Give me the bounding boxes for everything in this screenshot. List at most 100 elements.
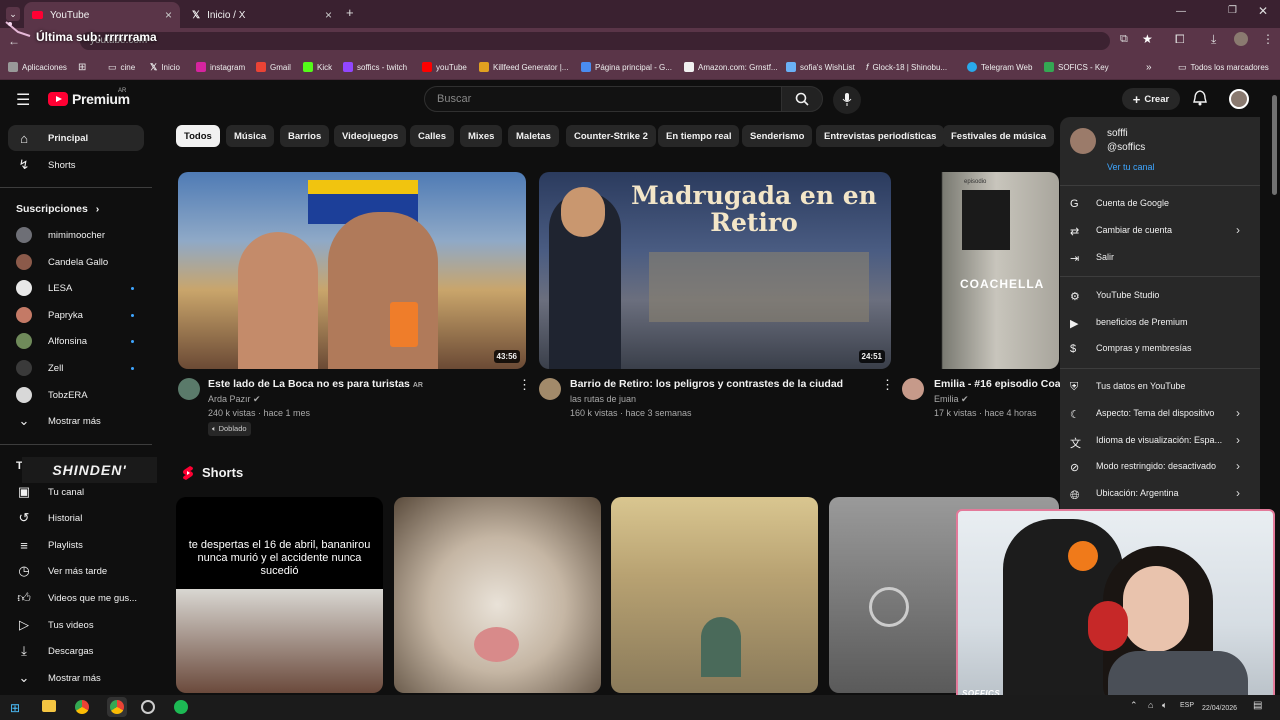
- chip-en-tiempo-real[interactable]: En tiempo real: [658, 125, 740, 147]
- page-scrollbar[interactable]: [1272, 95, 1277, 195]
- bookmark-wishlist[interactable]: sofia's WishList: [786, 58, 855, 76]
- sidebar-show-more-subs[interactable]: ⌄ Mostrar más: [8, 408, 144, 434]
- channel-avatar[interactable]: [539, 378, 561, 400]
- chip-festivales[interactable]: Festivales de música: [943, 125, 1055, 147]
- bookmark-sofics-key[interactable]: SOFICS - Key: [1044, 58, 1109, 76]
- menu-item-appearance[interactable]: ☾ Aspecto: Tema del dispositivo: [1070, 408, 1214, 421]
- omnibox[interactable]: youtube.com: [80, 32, 1110, 50]
- video-title[interactable]: Barrio de Retiro: los peligros y contras…: [570, 378, 843, 390]
- new-tab-button[interactable]: +: [346, 5, 354, 20]
- chip-musica[interactable]: Música: [226, 125, 275, 147]
- sidebar-item-mostrar-mas[interactable]: ⌄ Mostrar más: [8, 665, 144, 691]
- downloads-icon[interactable]: ⤓: [1211, 32, 1216, 47]
- chip-mixes[interactable]: Mixes: [460, 125, 503, 147]
- notifications-bell-icon[interactable]: [1193, 90, 1207, 109]
- close-window-icon[interactable]: ✕: [1258, 4, 1268, 18]
- more-bookmarks-icon[interactable]: »: [1146, 58, 1152, 76]
- cast-icon[interactable]: ⧉: [1120, 33, 1128, 46]
- close-tab-icon[interactable]: ×: [325, 8, 332, 22]
- channel-avatar[interactable]: [902, 378, 924, 400]
- sidebar-sub-lesa[interactable]: LESA: [8, 275, 144, 301]
- account-avatar[interactable]: [1229, 89, 1249, 109]
- chip-senderismo[interactable]: Senderismo: [742, 125, 813, 147]
- chip-counter-strike[interactable]: Counter-Strike 2: [566, 125, 656, 147]
- menu-item-sign-out[interactable]: ⇥ Salir: [1070, 252, 1114, 265]
- profile-icon[interactable]: [1234, 32, 1248, 46]
- bookmark-telegram[interactable]: Telegram Web: [967, 58, 1032, 76]
- bookmark-aplicaciones[interactable]: Aplicaciones: [8, 58, 67, 76]
- menu-item-purchases[interactable]: $ Compras y membresías: [1070, 343, 1192, 355]
- language-indicator[interactable]: ESP: [1180, 702, 1194, 709]
- bookmark-instagram[interactable]: instagram: [196, 58, 245, 76]
- file-explorer-icon[interactable]: [42, 700, 56, 712]
- voice-search-button[interactable]: [833, 86, 861, 114]
- tab-youtube[interactable]: YouTube ×: [24, 2, 180, 28]
- sidebar-item-tus-videos[interactable]: ▷ Tus videos: [8, 612, 144, 638]
- browser-menu-icon[interactable]: ⋮: [1262, 32, 1274, 46]
- video-channel[interactable]: Emilia ✔: [934, 394, 969, 405]
- bookmark-glock[interactable]: f Glock-18 | Shinobu...: [866, 58, 947, 76]
- bookmark-pagina-principal[interactable]: Página principal - G...: [581, 58, 672, 76]
- sidebar-item-historial[interactable]: ↺ Historial: [8, 505, 144, 531]
- volume-icon[interactable]: 🔈︎: [1162, 700, 1167, 711]
- video-channel[interactable]: las rutas de juan: [570, 394, 636, 404]
- short-card[interactable]: [611, 497, 818, 693]
- chrome-icon[interactable]: [75, 700, 89, 714]
- bookmark-grid[interactable]: ⊞: [78, 58, 86, 76]
- all-bookmarks[interactable]: ▭ Todos los marcadores: [1178, 58, 1269, 76]
- sidebar-sub-zell[interactable]: Zell: [8, 355, 144, 381]
- restore-icon[interactable]: ❐: [1228, 5, 1237, 16]
- menu-item-youtube-studio[interactable]: ⚙ YouTube Studio: [1070, 290, 1159, 303]
- chip-todos[interactable]: Todos: [176, 125, 220, 147]
- taskbar-date[interactable]: 22/04/2026: [1202, 705, 1237, 712]
- menu-item-location[interactable]: 🌐︎ Ubicación: Argentina: [1070, 488, 1179, 502]
- bookmark-youtube[interactable]: youTube: [422, 58, 467, 76]
- bookmark-gmail[interactable]: Gmail: [256, 58, 291, 76]
- bookmark-kick[interactable]: Kick: [303, 58, 332, 76]
- start-icon[interactable]: ⊞: [10, 701, 20, 715]
- chip-barrios[interactable]: Barrios: [280, 125, 330, 147]
- video-channel[interactable]: Arda Pazır ✔: [208, 394, 261, 405]
- chip-maletas[interactable]: Maletas: [508, 125, 559, 147]
- bookmark-amazon[interactable]: Amazon.com: Grnstf...: [684, 58, 778, 76]
- menu-item-premium-benefits[interactable]: ▶ beneficios de Premium: [1070, 317, 1188, 330]
- sidebar-item-descargas[interactable]: ⤓ Descargas: [8, 638, 144, 664]
- sidebar-item-principal[interactable]: ⌂ Principal: [8, 125, 144, 151]
- short-card[interactable]: te despertas el 16 de abril, bananirou n…: [176, 497, 383, 693]
- menu-item-your-data[interactable]: ⛨ Tus datos en YouTube: [1070, 381, 1185, 393]
- spotify-icon[interactable]: [174, 700, 188, 714]
- tab-search-icon[interactable]: ⌄: [6, 7, 20, 21]
- chrome-active-icon[interactable]: [107, 697, 127, 717]
- video-thumbnail[interactable]: 43:56: [178, 172, 526, 369]
- video-thumbnail[interactable]: episodio COACHELLA: [902, 172, 1059, 369]
- minimize-icon[interactable]: —: [1176, 6, 1186, 17]
- sidebar-sub-candela-gallo[interactable]: Candela Gallo: [8, 249, 144, 275]
- extensions-icon[interactable]: ⧠: [1175, 32, 1185, 47]
- chip-calles[interactable]: Calles: [410, 125, 454, 147]
- network-icon[interactable]: ⌂: [1148, 700, 1153, 710]
- menu-item-switch-account[interactable]: ⇄ Cambiar de cuenta: [1070, 225, 1172, 238]
- tab-x[interactable]: 𝕏 Inicio / X ×: [184, 2, 340, 28]
- close-tab-icon[interactable]: ×: [165, 8, 172, 22]
- notifications-icon[interactable]: ▤: [1253, 700, 1262, 711]
- sidebar-item-shorts[interactable]: ↯ Shorts: [8, 152, 144, 178]
- video-options-icon[interactable]: ⋮: [881, 377, 894, 393]
- menu-item-restricted-mode[interactable]: ⊘ Modo restringido: desactivado: [1070, 461, 1216, 474]
- menu-item-language[interactable]: 文 Idioma de visualización: Espa...: [1070, 435, 1222, 450]
- sidebar-item-liked-videos[interactable]: 👍︎ Videos que me gus...: [8, 585, 144, 611]
- menu-item-google-account[interactable]: G Cuenta de Google: [1070, 198, 1169, 210]
- view-channel-link[interactable]: Ver tu canal: [1107, 162, 1155, 172]
- menu-hamburger-icon[interactable]: ☰: [16, 90, 30, 110]
- bookmark-inicio[interactable]: 𝕏 Inicio: [150, 58, 180, 76]
- short-card[interactable]: [394, 497, 601, 693]
- sidebar-sub-tobzera[interactable]: TobzERA: [8, 382, 144, 408]
- channel-avatar[interactable]: [178, 378, 200, 400]
- sidebar-sub-papryka[interactable]: Papryka: [8, 302, 144, 328]
- sidebar-item-ver-mas-tarde[interactable]: ◷ Ver más tarde: [8, 558, 144, 584]
- bookmark-twitch[interactable]: soffics - twitch: [343, 58, 407, 76]
- video-title[interactable]: Emilia - #16 episodio Coac: [934, 378, 1060, 390]
- sidebar-item-playlists[interactable]: ≡ Playlists: [8, 532, 144, 558]
- bookmark-star-icon[interactable]: ★: [1142, 32, 1153, 46]
- video-options-icon[interactable]: ⋮: [518, 377, 531, 393]
- sidebar-sub-mimimoocher[interactable]: mimimoocher: [8, 222, 144, 248]
